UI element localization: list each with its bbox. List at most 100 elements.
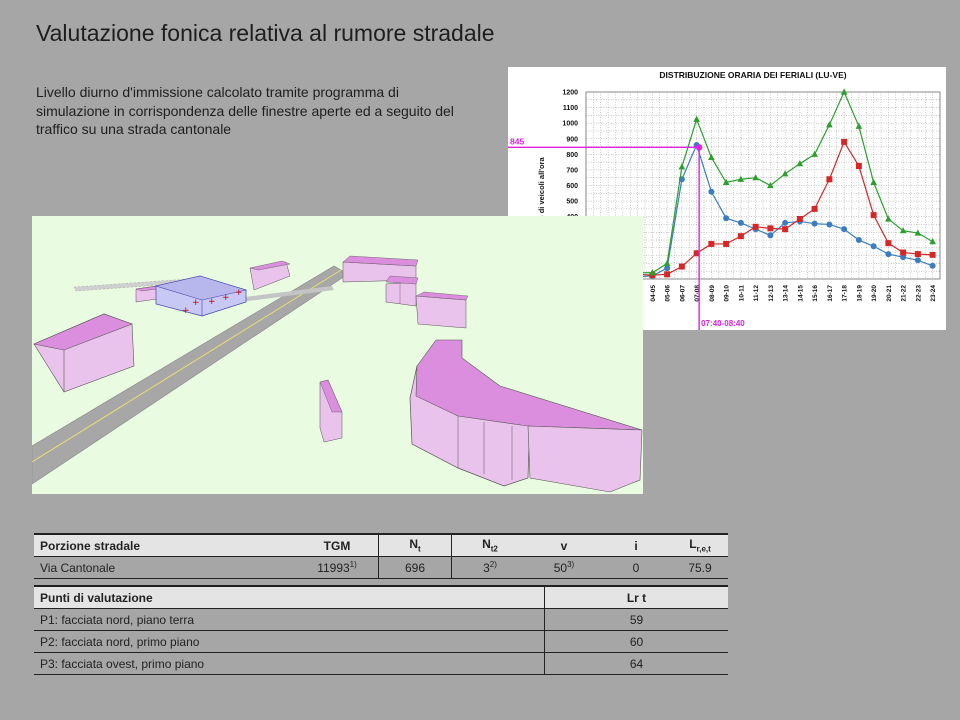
svg-text:+: + [222, 293, 230, 303]
data-point [723, 215, 730, 222]
cell-nt: 696 [378, 556, 452, 579]
table-row: P3: facciata ovest, primo piano 64 [34, 652, 728, 675]
road-table: Porzione stradale TGM Nt Nt2 v i Lr,e,t … [34, 533, 728, 579]
x-tick-label: 18-19 [856, 285, 863, 302]
data-point [826, 221, 833, 228]
col-nt2: Nt2 [451, 533, 528, 557]
data-point [708, 240, 715, 247]
x-tick-label: 10-11 [738, 285, 745, 302]
x-tick-label: 20-21 [886, 285, 893, 302]
x-tick-label: 04-05 [650, 285, 657, 302]
cell-point-label: P1: facciata nord, piano terra [34, 608, 545, 631]
table-row: P2: facciata nord, primo piano 60 [34, 630, 728, 653]
y-tick-label: 600 [566, 183, 578, 190]
data-point [796, 216, 803, 223]
site-3d-view: + + + + + [32, 216, 643, 494]
col-porzione: Porzione stradale [34, 533, 296, 557]
cell-point-value: 59 [544, 608, 728, 631]
data-point [767, 232, 774, 239]
svg-text:+: + [182, 306, 190, 316]
x-tick-label: 12-13 [768, 285, 775, 302]
cell-tgm: 119931) [296, 556, 379, 579]
x-tick-label: 07-08 [694, 285, 701, 302]
cell-point-label: P3: facciata ovest, primo piano [34, 652, 545, 675]
x-tick-label: 06-07 [679, 285, 686, 302]
data-point [811, 205, 818, 212]
x-tick-label: 16-17 [827, 285, 834, 302]
x-tick-label: 17-18 [842, 285, 849, 302]
data-point [855, 237, 862, 244]
x-tick-label: 11-12 [753, 285, 760, 302]
col-i: i [600, 533, 672, 557]
y-tick-label: 700 [566, 167, 578, 174]
x-tick-label: 23-24 [930, 285, 937, 302]
data-point [885, 251, 892, 258]
building-right-mid [415, 295, 467, 329]
data-point [841, 138, 848, 145]
intro-text: Livello diurno d'immissione calcolato tr… [36, 84, 454, 137]
cell-i: 0 [600, 556, 672, 579]
x-tick-label: 19-20 [871, 285, 878, 302]
col-lrt: Lr t [544, 585, 728, 609]
data-point [782, 219, 789, 226]
y-tick-label: 1200 [562, 90, 578, 97]
road-table-header: Porzione stradale TGM Nt Nt2 v i Lr,e,t [34, 533, 728, 557]
annotation-time-label: 07:40-08:40 [701, 319, 745, 328]
table-row: Via Cantonale 119931) 696 32) 503) 0 75.… [34, 556, 728, 579]
svg-text:+: + [208, 297, 216, 307]
data-point [811, 220, 818, 227]
cell-point-value: 64 [544, 652, 728, 675]
evaluation-table-header: Punti di valutazione Lr t [34, 585, 728, 609]
svg-text:+: + [192, 298, 200, 308]
table-row: P1: facciata nord, piano terra 59 [34, 608, 728, 631]
data-point [664, 271, 671, 278]
annotation-value-label: 845 [510, 136, 524, 146]
cell-lret: 75.9 [672, 556, 728, 579]
data-point [885, 240, 892, 247]
y-tick-label: 800 [566, 152, 578, 159]
col-punti: Punti di valutazione [34, 585, 545, 609]
data-point [723, 240, 730, 247]
data-point [752, 223, 759, 230]
cell-road-name: Via Cantonale [34, 556, 296, 579]
col-nt: Nt [378, 533, 452, 557]
site-3d-illustration: + + + + + [32, 255, 643, 493]
x-tick-label: 13-14 [783, 285, 790, 302]
col-lret: Lr,e,t [672, 533, 728, 557]
data-point [870, 212, 877, 219]
data-point [870, 243, 877, 250]
y-tick-label: 1100 [563, 105, 578, 112]
y-tick-label: 900 [566, 136, 578, 143]
data-point [737, 233, 744, 240]
col-v: v [528, 533, 600, 557]
data-point [855, 163, 862, 170]
annotation-point [695, 144, 703, 151]
y-tick-label: 500 [566, 199, 578, 206]
page-title: Valutazione fonica relativa al rumore st… [36, 20, 495, 46]
data-point [900, 249, 907, 256]
data-point [708, 188, 715, 195]
data-point [840, 88, 848, 95]
cell-v: 503) [528, 556, 600, 579]
x-tick-label: 14-15 [797, 285, 804, 302]
x-tick-label: 05-06 [665, 285, 672, 302]
data-point [826, 176, 833, 183]
data-point [767, 225, 774, 232]
data-point [929, 262, 936, 269]
data-point [914, 257, 921, 264]
x-tick-label: 22-23 [915, 285, 922, 302]
svg-text:+: + [235, 288, 243, 298]
col-tgm: TGM [296, 533, 379, 557]
chart-title: DISTRIBUZIONE ORARIA DEI FERIALI (LU-VE) [659, 70, 846, 80]
x-tick-label: 15-16 [812, 285, 819, 302]
data-point [914, 251, 921, 258]
data-point [841, 226, 848, 233]
data-point [929, 251, 936, 258]
cell-point-label: P2: facciata nord, primo piano [34, 630, 545, 653]
cell-point-value: 60 [544, 630, 728, 653]
data-point [678, 263, 685, 270]
y-tick-label: 1000 [562, 121, 578, 128]
data-point [782, 226, 789, 233]
data-point [737, 219, 744, 226]
evaluation-table: Punti di valutazione Lr t P1: facciata n… [34, 585, 728, 675]
